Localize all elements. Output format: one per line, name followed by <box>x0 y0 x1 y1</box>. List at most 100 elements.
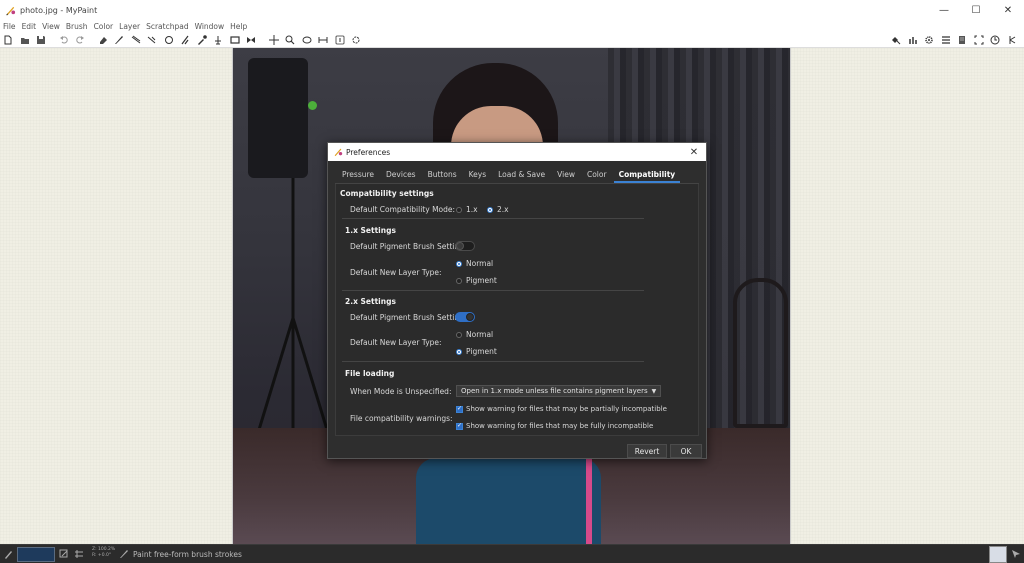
v2-layer-radio-normal[interactable]: Normal <box>456 330 493 339</box>
brush-settings-icon[interactable] <box>890 34 902 46</box>
maximize-button[interactable]: ☐ <box>960 0 992 20</box>
default-mode-label: Default Compatibility Mode: <box>350 205 456 214</box>
mode-radio-2x[interactable]: 2.x <box>487 205 509 214</box>
color-wheel-icon[interactable] <box>907 34 919 46</box>
v2-layer-label: Default New Layer Type: <box>350 338 442 347</box>
menu-icon[interactable] <box>940 34 952 46</box>
radio-dot-selected <box>487 206 493 213</box>
menu-brush[interactable]: Brush <box>66 22 88 31</box>
dialog-title: Preferences <box>346 147 391 157</box>
tab-buttons[interactable]: Buttons <box>423 169 462 183</box>
fullscreen-icon[interactable] <box>973 34 985 46</box>
menu-bar: File Edit View Brush Color Layer Scratch… <box>0 20 1024 32</box>
ok-button[interactable]: OK <box>670 444 702 458</box>
ellipse-icon[interactable] <box>163 34 175 46</box>
tab-view[interactable]: View <box>552 169 580 183</box>
menu-edit[interactable]: Edit <box>22 22 37 31</box>
open-file-icon[interactable] <box>19 34 31 46</box>
warn-full-checkbox[interactable]: ✓ Show warning for files that may be ful… <box>456 422 653 430</box>
v1-layer-radio-pigment[interactable]: Pigment <box>456 276 497 285</box>
redo-icon[interactable] <box>74 34 86 46</box>
unspecified-mode-dropdown[interactable]: Open in 1.x mode unless file contains pi… <box>456 385 662 397</box>
menu-view[interactable]: View <box>42 22 60 31</box>
status-bar: Z: 100.2% R: +0.0° Paint free-form brush… <box>0 544 1024 563</box>
freehand-brush-icon[interactable] <box>113 34 125 46</box>
zoom-icon[interactable] <box>284 34 296 46</box>
toolbar-left-group <box>2 34 367 46</box>
v1-layer-label: Default New Layer Type: <box>350 268 442 277</box>
settings-gear-icon[interactable] <box>923 34 935 46</box>
checkbox-checked-icon: ✓ <box>456 422 463 430</box>
menu-layer[interactable]: Layer <box>119 22 140 31</box>
tab-load-save[interactable]: Load & Save <box>493 169 550 183</box>
tab-devices[interactable]: Devices <box>381 169 421 183</box>
eraser-icon[interactable] <box>97 34 109 46</box>
layer-move-icon[interactable] <box>212 34 224 46</box>
pointer-settings-icon[interactable] <box>1011 549 1021 559</box>
undo-icon[interactable] <box>58 34 70 46</box>
mypaint-logo-icon <box>4 4 16 16</box>
tab-keys[interactable]: Keys <box>464 169 492 183</box>
current-color-swatch[interactable] <box>17 547 55 562</box>
zoom-rotation-readout: Z: 100.2% R: +0.0° <box>92 547 116 558</box>
rotate-icon[interactable] <box>301 34 313 46</box>
v1-layer-radio-normal[interactable]: Normal <box>456 259 493 268</box>
scratchpad-icon[interactable] <box>956 34 968 46</box>
v2-layer-radio-pigment[interactable]: Pigment <box>456 347 497 356</box>
color-picker-icon[interactable] <box>196 34 208 46</box>
new-document-icon[interactable] <box>2 34 14 46</box>
pan-icon[interactable] <box>268 34 280 46</box>
v2-pigment-switch[interactable] <box>455 312 475 322</box>
canvas-background-left[interactable] <box>0 48 233 544</box>
flip-icon[interactable] <box>317 34 329 46</box>
frame-icon[interactable] <box>229 34 241 46</box>
menu-window[interactable]: Window <box>195 22 225 31</box>
window-title: photo.jpg - MyPaint <box>20 5 98 15</box>
tab-compatibility[interactable]: Compatibility <box>613 169 681 183</box>
menu-help[interactable]: Help <box>230 22 247 31</box>
mode-radio-1x[interactable]: 1.x <box>456 205 478 214</box>
fill-icon[interactable] <box>179 34 191 46</box>
v1-pigment-switch[interactable] <box>455 241 475 251</box>
radio-dot <box>456 206 462 213</box>
menu-file[interactable]: File <box>3 22 16 31</box>
v2-settings-header: 2.x Settings <box>345 297 396 306</box>
tab-color[interactable]: Color <box>582 169 612 183</box>
v1-settings-header: 1.x Settings <box>345 226 396 235</box>
dropdown-arrow-icon: ▼ <box>651 387 657 395</box>
canvas-background-right[interactable] <box>790 48 1024 544</box>
layer-edit-icon[interactable] <box>59 549 69 559</box>
symmetry-icon[interactable] <box>245 34 257 46</box>
tab-pressure[interactable]: Pressure <box>337 169 379 183</box>
preferences-tabs: Pressure Devices Buttons Keys Load & Sav… <box>337 169 682 183</box>
dialog-titlebar[interactable]: Preferences ✕ <box>328 143 706 161</box>
freehand-brush-icon <box>120 550 128 558</box>
checkbox-checked-icon: ✓ <box>456 405 463 413</box>
status-message: Paint free-form brush strokes <box>133 550 242 559</box>
radio-dot-selected <box>456 348 462 355</box>
history-icon[interactable] <box>989 34 1001 46</box>
layer-mode-icon[interactable] <box>74 549 84 559</box>
close-window-button[interactable]: ✕ <box>992 0 1024 20</box>
fit-view-icon[interactable] <box>350 34 362 46</box>
compat-warnings-label: File compatibility warnings: <box>350 414 453 423</box>
menu-scratchpad[interactable]: Scratchpad <box>146 22 189 31</box>
compatibility-panel: Compatibility settings Default Compatibi… <box>335 184 699 436</box>
dialog-close-button[interactable]: ✕ <box>688 146 700 158</box>
radio-dot-selected <box>456 260 462 267</box>
save-icon[interactable] <box>35 34 47 46</box>
radio-dot <box>456 277 462 284</box>
v1-pigment-label: Default Pigment Brush Setting: <box>350 242 467 251</box>
navigator-thumbnail[interactable] <box>989 546 1007 563</box>
menu-color[interactable]: Color <box>94 22 114 31</box>
reset-zoom-icon[interactable] <box>334 34 346 46</box>
revert-button[interactable]: Revert <box>627 444 667 458</box>
inking-icon[interactable] <box>130 34 142 46</box>
unspecified-mode-label: When Mode is Unspecified: <box>350 387 452 396</box>
minimize-button[interactable]: — <box>928 0 960 20</box>
warn-partial-checkbox[interactable]: ✓ Show warning for files that may be par… <box>456 405 667 413</box>
line-icon[interactable] <box>146 34 158 46</box>
current-brush-icon[interactable] <box>4 549 14 559</box>
compat-settings-header: Compatibility settings <box>340 189 434 198</box>
more-icon[interactable] <box>1006 34 1018 46</box>
